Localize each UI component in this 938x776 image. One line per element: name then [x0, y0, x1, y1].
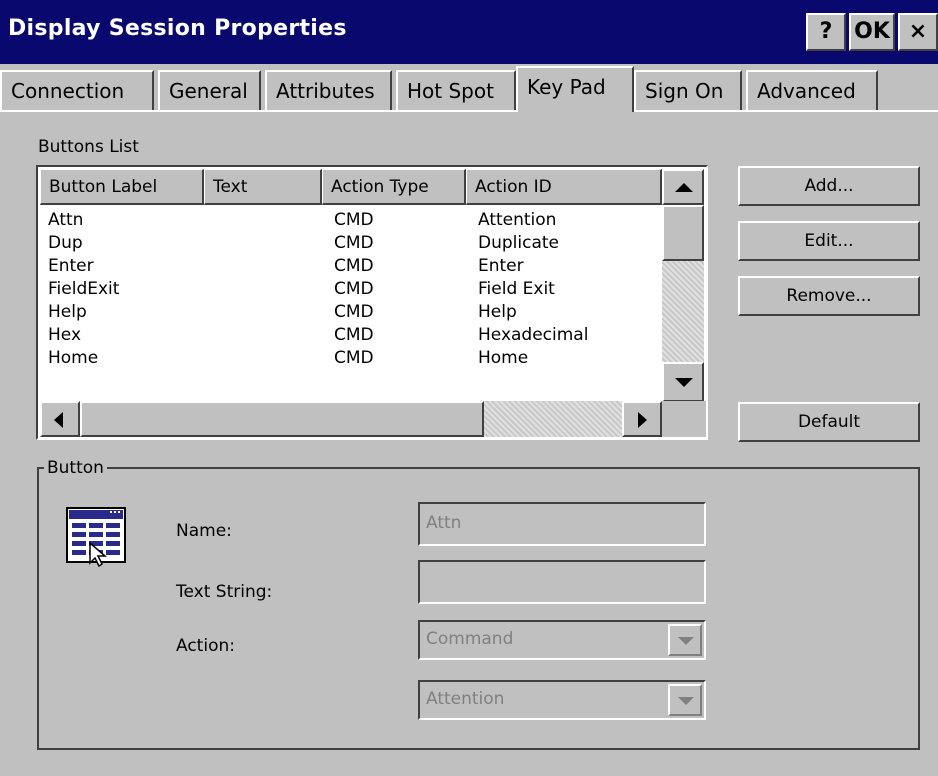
action-label: Action:: [176, 636, 235, 656]
chevron-down-icon: [678, 697, 694, 705]
action-dropdown-button[interactable]: [668, 624, 702, 656]
help-button[interactable]: ?: [806, 13, 846, 51]
action-id-dropdown-value: Attention: [426, 689, 505, 709]
tab-sign-on[interactable]: Sign On: [634, 70, 742, 110]
tab-key-pad[interactable]: Key Pad: [516, 66, 634, 112]
remove-button[interactable]: Remove...: [738, 276, 920, 316]
table-row[interactable]: Home CMD Home: [40, 347, 662, 370]
arrow-left-icon: [54, 412, 63, 428]
vertical-scrollbar[interactable]: [662, 169, 704, 402]
tab-divider: [0, 110, 516, 112]
arrow-up-icon: [675, 183, 693, 192]
name-label: Name:: [176, 521, 232, 541]
tab-divider: [634, 110, 938, 112]
action-dropdown-value: Command: [426, 629, 514, 649]
horizontal-scrollbar[interactable]: [40, 401, 662, 437]
cell-action-id: Duplicate: [478, 233, 559, 253]
edit-button[interactable]: Edit...: [738, 221, 920, 261]
table-row[interactable]: Dup CMD Duplicate: [40, 232, 662, 255]
action-id-dropdown-button[interactable]: [668, 684, 702, 716]
scroll-down-button[interactable]: [662, 362, 704, 402]
cell-action-type: CMD: [334, 325, 374, 345]
table-row[interactable]: Enter CMD Enter: [40, 255, 662, 278]
arrow-down-icon: [675, 378, 693, 387]
text-string-field[interactable]: [418, 560, 706, 604]
close-button[interactable]: ×: [898, 13, 938, 51]
tab-advanced[interactable]: Advanced: [746, 70, 878, 110]
cell-button-label: Dup: [48, 233, 83, 253]
window-title: Display Session Properties: [8, 16, 347, 41]
keypad-icon: [66, 507, 128, 568]
scroll-right-button[interactable]: [622, 401, 662, 437]
cell-action-id: Help: [478, 302, 517, 322]
ok-button[interactable]: OK: [849, 13, 895, 51]
cell-action-type: CMD: [334, 279, 374, 299]
vertical-scroll-thumb[interactable]: [662, 205, 704, 261]
cell-action-id: Field Exit: [478, 279, 555, 299]
default-button[interactable]: Default: [738, 402, 920, 442]
column-header-text[interactable]: Text: [204, 169, 322, 205]
tab-strip: Connection General Attributes Hot Spot K…: [0, 64, 938, 112]
column-header-action-type[interactable]: Action Type: [322, 169, 466, 205]
cell-button-label: FieldExit: [48, 279, 120, 299]
scroll-left-button[interactable]: [40, 401, 80, 437]
add-button[interactable]: Add...: [738, 166, 920, 206]
title-bar: Display Session Properties ? OK ×: [0, 0, 938, 64]
cell-action-type: CMD: [334, 210, 374, 230]
cell-action-type: CMD: [334, 348, 374, 368]
buttons-list[interactable]: Button Label Text Action Type Action ID …: [36, 165, 708, 440]
buttons-list-label: Buttons List: [38, 137, 139, 157]
cell-button-label: Hex: [48, 325, 82, 345]
cell-button-label: Help: [48, 302, 87, 322]
arrow-right-icon: [638, 412, 647, 428]
scrollbar-corner: [662, 401, 706, 437]
horizontal-scroll-thumb[interactable]: [80, 401, 484, 437]
scroll-up-button[interactable]: [662, 169, 704, 205]
action-dropdown[interactable]: Command: [418, 620, 706, 660]
cell-button-label: Enter: [48, 256, 94, 276]
cell-action-id: Home: [478, 348, 529, 368]
scroll-track[interactable]: [484, 401, 622, 437]
table-row[interactable]: FieldExit CMD Field Exit: [40, 278, 662, 301]
cell-button-label: Home: [48, 348, 99, 368]
column-header-button-label[interactable]: Button Label: [40, 169, 204, 205]
cell-action-type: CMD: [334, 256, 374, 276]
cell-action-type: CMD: [334, 233, 374, 253]
name-field[interactable]: Attn: [418, 502, 706, 546]
table-row[interactable]: Hex CMD Hexadecimal: [40, 324, 662, 347]
tab-general[interactable]: General: [158, 70, 261, 110]
cell-action-id: Hexadecimal: [478, 325, 589, 345]
chevron-down-icon: [678, 637, 694, 645]
action-id-dropdown[interactable]: Attention: [418, 680, 706, 720]
text-string-label: Text String:: [176, 582, 273, 602]
table-row[interactable]: Help CMD Help: [40, 301, 662, 324]
button-group-title: Button: [44, 458, 107, 478]
cell-button-label: Attn: [48, 210, 84, 230]
tab-connection[interactable]: Connection: [0, 70, 154, 110]
cell-action-id: Enter: [478, 256, 524, 276]
cell-action-type: CMD: [334, 302, 374, 322]
tab-attributes[interactable]: Attributes: [265, 70, 392, 110]
table-row[interactable]: Attn CMD Attention: [40, 209, 662, 232]
column-header-action-id[interactable]: Action ID: [466, 169, 662, 205]
cell-action-id: Attention: [478, 210, 557, 230]
tab-hot-spot[interactable]: Hot Spot: [396, 70, 516, 110]
